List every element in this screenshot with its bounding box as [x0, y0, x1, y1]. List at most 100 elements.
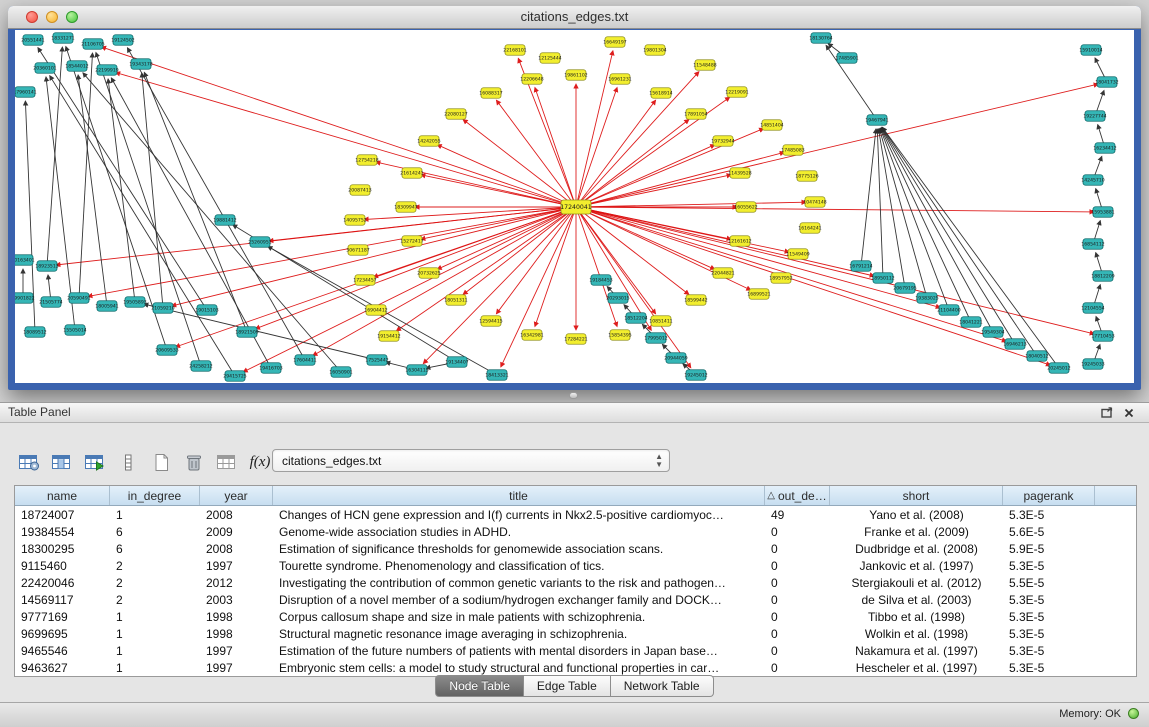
network-node[interactable]: 20679195 [893, 283, 916, 294]
table-selector-combobox[interactable]: citations_edges.txt ▲▼ [272, 449, 670, 472]
network-node[interactable]: 17525442 [365, 355, 388, 366]
network-node[interactable]: 20551441 [21, 35, 44, 46]
table-row[interactable]: 946362711997Embryonic stem cells: a mode… [15, 659, 1136, 676]
network-node[interactable]: 19801304 [643, 45, 666, 56]
network-node[interactable]: 17891054 [684, 109, 707, 120]
network-node[interactable]: 19416703 [259, 363, 282, 374]
network-node[interactable]: 15272417 [400, 236, 423, 247]
network-node[interactable]: 20245012 [1047, 363, 1070, 374]
import-table-icon[interactable] [82, 450, 108, 474]
network-node[interactable]: 21614241 [400, 168, 423, 179]
network-node[interactable]: 12104554 [1081, 303, 1104, 314]
network-node[interactable]: 21059210 [151, 303, 174, 314]
network-node[interactable]: 15854395 [608, 330, 631, 341]
network-node[interactable]: 19732944 [711, 136, 734, 147]
network-node[interactable]: 12206648 [520, 74, 543, 85]
network-node[interactable]: 14245710 [1081, 175, 1104, 186]
network-node[interactable]: 19343178 [129, 59, 152, 70]
network-node[interactable]: 17604411 [293, 355, 316, 366]
network-node[interactable]: 18051311 [444, 295, 467, 306]
network-node[interactable]: 19134407 [445, 357, 468, 368]
network-node[interactable]: 20360101 [33, 63, 56, 74]
network-node[interactable]: 10851411 [649, 316, 672, 327]
network-node[interactable]: 17710453 [1091, 331, 1114, 342]
network-node[interactable]: 20293015 [606, 293, 629, 304]
network-node[interactable]: 16304115 [405, 365, 428, 376]
network-node[interactable]: 17995012 [644, 333, 667, 344]
network-node[interactable]: 20163401 [15, 255, 35, 266]
network-node[interactable]: 16904412 [364, 305, 387, 316]
network-node[interactable]: 19154412 [377, 331, 400, 342]
network-node[interactable]: 16791214 [849, 261, 872, 272]
network-node[interactable]: 19901822 [15, 293, 35, 304]
network-node[interactable]: 18413321 [485, 370, 508, 381]
network-node[interactable]: 19245033 [1081, 359, 1104, 370]
network-node[interactable]: 12754218 [355, 155, 378, 166]
network-node[interactable]: 18331271 [51, 33, 74, 44]
column-icon[interactable] [115, 450, 141, 474]
network-node[interactable]: 19881412 [213, 215, 236, 226]
network-node[interactable]: 14851404 [760, 120, 783, 131]
network-node[interactable]: 29415725 [223, 371, 246, 382]
network-node[interactable]: 18041732 [1095, 77, 1118, 88]
map-table-icon[interactable] [214, 450, 240, 474]
table-settings-icon[interactable] [16, 450, 42, 474]
network-node[interactable]: 18599442 [684, 295, 707, 306]
network-node[interactable]: 17485083 [781, 145, 804, 156]
network-node[interactable]: 20944059 [664, 353, 687, 364]
network-node[interactable]: 22080127 [444, 109, 467, 120]
network-node[interactable]: 18089512 [23, 327, 46, 338]
network-node[interactable]: 16854112 [1081, 239, 1104, 250]
network-node[interactable]: 18040512 [1025, 351, 1048, 362]
network-node[interactable]: 18544012 [65, 61, 88, 72]
column-header-pagerank[interactable]: pagerank [1003, 486, 1095, 505]
network-node[interactable]: 16234412 [1093, 143, 1116, 154]
table-row[interactable]: 1872400712008Changes of HCN gene express… [15, 506, 1136, 523]
network-node[interactable]: 19383025 [915, 293, 938, 304]
table-row[interactable]: 2242004622012Investigating the contribut… [15, 574, 1136, 591]
column-header-title[interactable]: title [273, 486, 765, 505]
column-header-in_degree[interactable]: in_degree [110, 486, 200, 505]
table-row[interactable]: 969969511998Structural magnetic resonanc… [15, 625, 1136, 642]
table-row[interactable]: 1938455462009Genome-wide association stu… [15, 523, 1136, 540]
network-node[interactable]: 20087413 [348, 185, 371, 196]
network-hub-node[interactable]: 17240041 [560, 200, 592, 214]
table-row[interactable]: 911546021997Tourette syndrome. Phenomeno… [15, 557, 1136, 574]
column-header-year[interactable]: year [200, 486, 273, 505]
network-node[interactable]: 19184453 [589, 275, 612, 286]
network-node[interactable]: 18812209 [1091, 271, 1114, 282]
network-canvas[interactable]: 1724004116055622121616122204482118599442… [15, 30, 1134, 383]
network-node[interactable]: 17234457 [353, 275, 376, 286]
table-row[interactable]: 1456911722003Disruption of a novel membe… [15, 591, 1136, 608]
table-row[interactable]: 977716911998Corpus callosum shape and si… [15, 608, 1136, 625]
network-node[interactable]: 15505014 [63, 325, 86, 336]
network-node[interactable]: 11549409 [786, 249, 809, 260]
splitter-handle[interactable] [569, 392, 578, 399]
new-table-icon[interactable] [148, 450, 174, 474]
network-node[interactable]: 12125444 [538, 53, 561, 64]
network-node[interactable]: 18775126 [795, 171, 818, 182]
close-panel-icon[interactable] [1121, 405, 1137, 420]
network-node[interactable]: 11439528 [728, 168, 751, 179]
network-node[interactable]: 14095752 [343, 215, 366, 226]
network-node[interactable]: 19245012 [684, 370, 707, 381]
tab-network-table[interactable]: Network Table [611, 675, 714, 697]
network-node[interactable]: 18041221 [959, 317, 982, 328]
network-node[interactable]: 22168101 [503, 45, 526, 56]
network-node[interactable]: 30671187 [346, 245, 369, 256]
table-row[interactable]: 1830029562008Estimation of significance … [15, 540, 1136, 557]
network-node[interactable]: 15910014 [1079, 45, 1102, 56]
network-node[interactable]: 18512204 [624, 313, 647, 324]
network-node[interactable]: 12161612 [728, 236, 751, 247]
network-node[interactable]: 22044821 [711, 268, 734, 279]
network-node[interactable]: 15953881 [1091, 207, 1114, 218]
network-node[interactable]: 16164241 [798, 223, 821, 234]
network-node[interactable]: 18957952 [769, 273, 792, 284]
network-node[interactable]: 17960141 [15, 87, 37, 98]
network-node[interactable]: 16946213 [1003, 339, 1026, 350]
table-row[interactable]: 946554611997Estimation of the future num… [15, 642, 1136, 659]
network-node[interactable]: 16649197 [603, 37, 626, 48]
network-node[interactable]: 12219091 [725, 87, 748, 98]
network-node[interactable]: 19124502 [111, 35, 134, 46]
network-node[interactable]: 17485901 [835, 53, 858, 64]
